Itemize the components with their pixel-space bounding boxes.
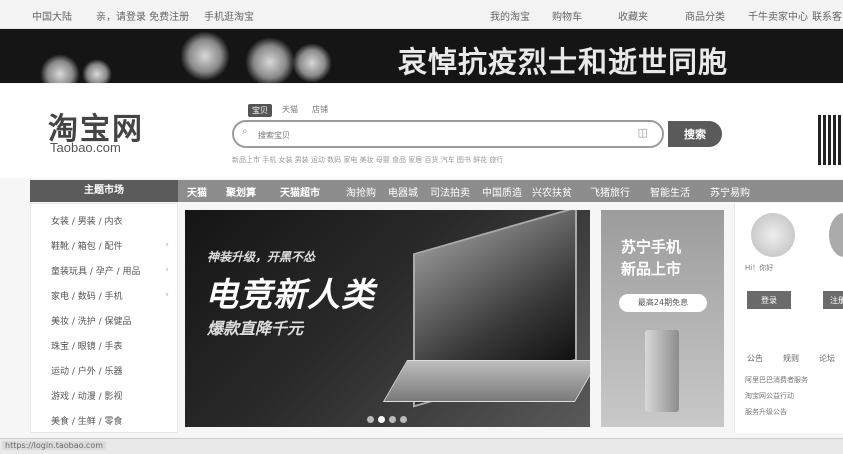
chevron-right-icon: › xyxy=(165,265,169,275)
seller-center-link[interactable]: 千牛卖家中心 xyxy=(748,8,808,23)
register-button[interactable]: 注册 xyxy=(823,291,843,309)
nav-item-fliggy[interactable]: 飞猪旅行 xyxy=(590,184,630,199)
category-row[interactable]: 运动 / 户外 / 乐器 xyxy=(51,364,123,377)
side-promo-title: 苏宁手机 xyxy=(621,238,682,256)
top-bar: 中国大陆 亲，请登录 免费注册 手机逛淘宝 我的淘宝 购物车 收藏夹 商品分类 … xyxy=(0,0,843,29)
nav-item-tmall-market[interactable]: 天猫超市 xyxy=(280,184,320,199)
customer-service-link[interactable]: 联系客服 xyxy=(812,8,842,23)
search-tab-items[interactable]: 宝贝 xyxy=(248,104,272,117)
bokeh-light xyxy=(292,43,332,83)
logo-domain[interactable]: Taobao.com xyxy=(50,140,121,155)
category-sidebar: 女装 / 男装 / 内衣 鞋靴 / 箱包 / 配件 童装玩具 / 孕产 / 用品… xyxy=(30,203,178,433)
search-icon: ⌕ xyxy=(242,126,248,137)
search-button[interactable]: 搜索 xyxy=(668,121,722,147)
notice-item[interactable]: 淘宝网公益行动 xyxy=(745,391,794,401)
carousel-dot[interactable] xyxy=(400,416,407,423)
cart-link[interactable]: 购物车 xyxy=(552,8,582,23)
carousel-dots xyxy=(367,408,411,427)
camera-icon[interactable]: ◫ xyxy=(638,126,648,139)
phone-image xyxy=(645,330,679,412)
status-url: https://login.taobao.com xyxy=(2,441,107,450)
category-row[interactable]: 游戏 / 动漫 / 影视 xyxy=(51,389,123,402)
carousel-dot[interactable] xyxy=(389,416,396,423)
my-taobao-link[interactable]: 我的淘宝 xyxy=(490,8,530,23)
bokeh-light xyxy=(40,54,80,83)
nav-item-taoqianggou[interactable]: 淘抢购 xyxy=(346,184,376,199)
bokeh-light xyxy=(245,37,295,83)
panel-tab-rules[interactable]: 规则 xyxy=(783,353,799,364)
category-link[interactable]: 商品分类 xyxy=(685,8,725,23)
chevron-right-icon: › xyxy=(165,240,169,250)
nav-item-farm[interactable]: 兴农扶贫 xyxy=(532,184,572,199)
mobile-taobao-link[interactable]: 手机逛淘宝 xyxy=(204,8,254,23)
login-register-link[interactable]: 亲，请登录 免费注册 xyxy=(96,8,189,23)
search-box[interactable]: ⌕ ◫ xyxy=(232,120,664,148)
nav-item-tmall[interactable]: 天猫 xyxy=(187,184,207,199)
bokeh-light xyxy=(82,59,112,83)
bokeh-light xyxy=(180,31,230,81)
search-input[interactable] xyxy=(256,127,640,143)
qr-code[interactable] xyxy=(818,115,843,165)
nav-item-smart-life[interactable]: 智能生活 xyxy=(650,184,690,199)
category-row[interactable]: 鞋靴 / 箱包 / 配件 xyxy=(51,239,123,252)
nav-item-juhuasuan[interactable]: 聚划算 xyxy=(226,184,256,199)
region-link[interactable]: 中国大陆 xyxy=(32,8,72,23)
category-row[interactable]: 童装玩具 / 孕产 / 用品 xyxy=(51,264,141,277)
carousel-dot-active[interactable] xyxy=(378,416,385,423)
avatar-secondary[interactable] xyxy=(829,213,843,257)
search-tab-tmall[interactable]: 天猫 xyxy=(282,104,298,115)
user-panel: Hi！你好 登录 注册 公告 规则 论坛 阿里巴巴消费者服务 淘宝网公益行动 服… xyxy=(734,203,843,433)
notice-item[interactable]: 阿里巴巴消费者服务 xyxy=(745,375,808,385)
category-row[interactable]: 女装 / 男装 / 内衣 xyxy=(51,214,123,227)
banner-title: 哀悼抗疫烈士和逝世同胞 xyxy=(398,45,729,79)
carousel-dot[interactable] xyxy=(367,416,374,423)
nav-item-suning[interactable]: 苏宁易购 xyxy=(710,184,750,199)
category-header: 主题市场 xyxy=(30,180,178,202)
main-nav: 主题市场 天猫 聚划算 天猫超市 淘抢购 电器城 司法拍卖 中国质造 兴农扶贫 … xyxy=(30,180,843,202)
category-row[interactable]: 美食 / 生鲜 / 零食 xyxy=(51,414,123,427)
side-promo-subtitle: 新品上市 xyxy=(621,260,682,278)
side-promo-card[interactable]: 苏宁手机 新品上市 最高24期免息 xyxy=(601,210,724,427)
category-row[interactable]: 家电 / 数码 / 手机 xyxy=(51,289,123,302)
hero-carousel[interactable]: 神装升级，开黑不怂 电竞新人类 爆款直降千元 xyxy=(185,210,590,427)
promo-slogan: 神装升级，开黑不怂 xyxy=(207,250,316,264)
panel-tab-forum[interactable]: 论坛 xyxy=(819,353,835,364)
nav-item-electronics[interactable]: 电器城 xyxy=(388,184,418,199)
nav-item-quality[interactable]: 中国质造 xyxy=(482,184,522,199)
laptop-keyboard-image xyxy=(382,360,590,402)
memorial-banner: 哀悼抗疫烈士和逝世同胞 xyxy=(0,29,843,83)
avatar[interactable] xyxy=(751,213,795,257)
category-row[interactable]: 美妆 / 洗护 / 保健品 xyxy=(51,314,132,327)
promo-subtitle: 爆款直降千元 xyxy=(207,319,304,338)
side-promo-button[interactable]: 最高24期免息 xyxy=(619,294,707,312)
hot-search-words[interactable]: 新品上市 手机 女装 男装 运动 数码 家电 美妆 母婴 食品 家居 百货 汽车… xyxy=(232,155,672,165)
status-bar: https://login.taobao.com xyxy=(0,438,843,454)
nav-item-auction[interactable]: 司法拍卖 xyxy=(430,184,470,199)
login-button[interactable]: 登录 xyxy=(747,291,791,309)
notice-item[interactable]: 服务升级公告 xyxy=(745,407,787,417)
category-row[interactable]: 珠宝 / 眼镜 / 手表 xyxy=(51,339,123,352)
welcome-text: Hi！你好 xyxy=(745,264,774,272)
panel-tab-notice[interactable]: 公告 xyxy=(747,353,763,364)
search-tab-shops[interactable]: 店铺 xyxy=(312,104,328,115)
favorites-link[interactable]: 收藏夹 xyxy=(618,8,648,23)
chevron-right-icon: › xyxy=(165,290,169,300)
promo-title: 电竞新人类 xyxy=(205,275,375,314)
